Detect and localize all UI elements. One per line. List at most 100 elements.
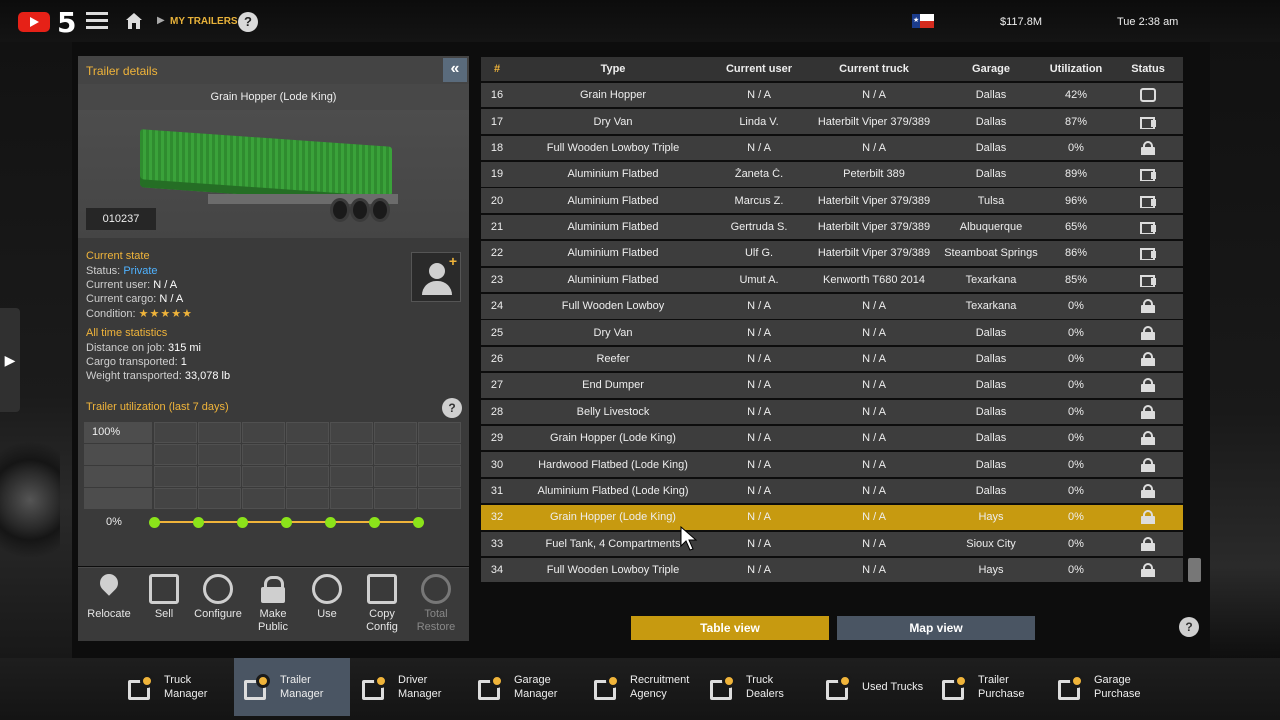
use-button[interactable]: Use (300, 572, 354, 621)
table-row[interactable]: 23 Aluminium Flatbed Umut A. Kenworth T680 … (481, 267, 1183, 293)
total-restore-button[interactable]: Total Restore (409, 572, 463, 634)
row-garage: Dallas (975, 458, 1007, 471)
chart-grid-cell (418, 444, 461, 465)
row-current-truck: N / A (862, 485, 886, 497)
row-utilization: 0% (1068, 141, 1084, 154)
steering-wheel-icon (312, 574, 342, 604)
gear-icon (203, 574, 233, 604)
table-row[interactable]: 19 Aluminium Flatbed Žaneta Č. Peterbilt 38… (481, 162, 1183, 187)
header-status[interactable]: Status (1113, 63, 1183, 75)
row-current-user: Ulf G. (744, 247, 774, 260)
header-current-user[interactable]: Current user (713, 63, 805, 75)
table-row[interactable]: 32 Grain Hopper (Lode King) N / A N / A Hays… (481, 505, 1183, 530)
home-icon[interactable] (125, 12, 143, 30)
nav-garage-purchase[interactable]: Garage Purchase (1048, 658, 1164, 716)
mouse-cursor-icon (680, 526, 698, 551)
make-public-button[interactable]: Make Public (246, 572, 300, 634)
row-garage: Dallas (975, 115, 1007, 128)
plus-icon: + (448, 253, 457, 269)
table-row[interactable]: 18 Full Wooden Lowboy Triple N / A N / A Dal… (481, 135, 1183, 161)
sell-icon (149, 574, 179, 604)
table-body: 16 Grain Hopper N / A N / A Dallas 42% 17 Dry V… (481, 82, 1183, 583)
table-row[interactable]: 34 Full Wooden Lowboy Triple N / A N / A Hay… (481, 557, 1183, 583)
header-number[interactable]: # (481, 63, 513, 75)
unlock-icon (258, 574, 288, 604)
nav-truck-manager[interactable]: Truck Manager (118, 658, 234, 716)
table-row[interactable]: 26 Reefer N / A N / A Dallas 0% (481, 346, 1183, 372)
collapse-panel-button[interactable]: « (443, 58, 467, 82)
menu-icon[interactable] (86, 12, 108, 30)
row-current-user: N / A (747, 89, 771, 102)
distance-line: Distance on job: 315 mi (86, 342, 201, 354)
nav-used-trucks[interactable]: Used Trucks (816, 658, 932, 716)
background-right (1210, 40, 1280, 660)
table-row[interactable]: 30 Hardwood Flatbed (Lode King) N / A N / A… (481, 452, 1183, 477)
make-public-label-2: Public (258, 621, 288, 633)
table-row[interactable]: 17 Dry Van Linda V. Haterbilt Viper 379/389… (481, 109, 1183, 134)
nav-trailer-manager[interactable]: Trailer Manager (234, 658, 350, 716)
chart-grid-cell (330, 466, 373, 487)
help-icon[interactable]: ? (238, 12, 258, 32)
distance-value: 315 mi (167, 342, 201, 354)
row-status (1113, 378, 1183, 393)
cargo-transported-value: 1 (180, 356, 187, 368)
chart-grid-cell (286, 444, 329, 465)
table-row[interactable]: 25 Dry Van N / A N / A Dallas 0% (481, 320, 1183, 345)
row-current-truck: N / A (862, 353, 886, 366)
row-number: 28 (490, 405, 504, 418)
table-view-button[interactable]: Table view (631, 616, 829, 640)
assign-user-button[interactable]: + (411, 252, 461, 302)
status-value[interactable]: Private (123, 265, 157, 277)
help-icon[interactable]: ? (1179, 617, 1199, 637)
table-row[interactable]: 28 Belly Livestock N / A N / A Dallas 0% (481, 399, 1183, 425)
table-scrollbar[interactable] (1188, 558, 1201, 582)
trailer-wheel (350, 198, 370, 222)
help-icon[interactable]: ? (442, 398, 462, 418)
side-panel-toggle[interactable]: ▶ (0, 308, 20, 412)
table-row[interactable]: 16 Grain Hopper N / A N / A Dallas 42% (481, 82, 1183, 108)
configure-button[interactable]: Configure (191, 572, 245, 621)
row-number: 26 (490, 353, 504, 366)
nav-truck-dealers[interactable]: Truck Dealers (700, 658, 816, 716)
row-garage: Sioux City (966, 537, 1016, 550)
header-utilization[interactable]: Utilization (1039, 63, 1113, 75)
copy-config-button[interactable]: Copy Config (355, 572, 409, 634)
nav-label: Garage (1094, 674, 1131, 686)
table-row[interactable]: 31 Aluminium Flatbed (Lode King) N / A N / … (481, 478, 1183, 504)
row-number: 34 (490, 564, 504, 577)
weight-line: Weight transported: 33,078 lb (86, 370, 230, 382)
row-number: 19 (490, 168, 504, 181)
nav-trailer-purchase[interactable]: Trailer Purchase (932, 658, 1048, 716)
table-row[interactable]: 21 Aluminium Flatbed Gertruda S. Haterbilt … (481, 214, 1183, 240)
chart-grid-cell (374, 488, 417, 509)
table-row[interactable]: 22 Aluminium Flatbed Ulf G. Haterbilt Viper… (481, 241, 1183, 266)
chart-grid-cell (418, 422, 461, 443)
header-type[interactable]: Type (513, 63, 713, 75)
header-garage[interactable]: Garage (943, 63, 1039, 75)
nav-garage-manager[interactable]: Garage Manager (468, 658, 584, 716)
breadcrumb-arrow-icon: ▶ (157, 15, 165, 26)
table-row[interactable]: 29 Grain Hopper (Lode King) N / A N / A Dall… (481, 425, 1183, 451)
breadcrumb[interactable]: MY TRAILERS (170, 16, 238, 27)
nav-driver-manager[interactable]: Driver Manager (352, 658, 468, 716)
map-view-button[interactable]: Map view (837, 616, 1035, 640)
row-type: Reefer (596, 353, 630, 366)
header-current-truck[interactable]: Current truck (805, 63, 943, 75)
chart-y-min-label: 0% (106, 516, 122, 528)
row-garage: Albuquerque (959, 221, 1023, 234)
utilization-point (237, 517, 248, 528)
table-row[interactable]: 20 Aluminium Flatbed Marcus Z. Haterbilt Vi… (481, 188, 1183, 213)
trailer-icon (1140, 88, 1156, 103)
chart-y-max-label: 100% (84, 422, 152, 443)
row-number: 27 (490, 379, 504, 392)
row-current-user: N / A (747, 458, 771, 471)
table-row[interactable]: 33 Fuel Tank, 4 Compartments N / AN / A Sio… (481, 531, 1183, 557)
truck-icon (1140, 220, 1156, 235)
condition-line: Condition: ★★★★★ (86, 307, 193, 320)
relocate-button[interactable]: Relocate (82, 572, 136, 621)
nav-recruitment-agency[interactable]: Recruitment Agency (584, 658, 700, 716)
row-current-truck: N / A (862, 326, 886, 339)
table-row[interactable]: 24 Full Wooden Lowboy N / A N / A Texarkana 0… (481, 294, 1183, 319)
sell-button[interactable]: Sell (137, 572, 191, 621)
table-row[interactable]: 27 End Dumper N / A N / A Dallas 0% (481, 373, 1183, 398)
